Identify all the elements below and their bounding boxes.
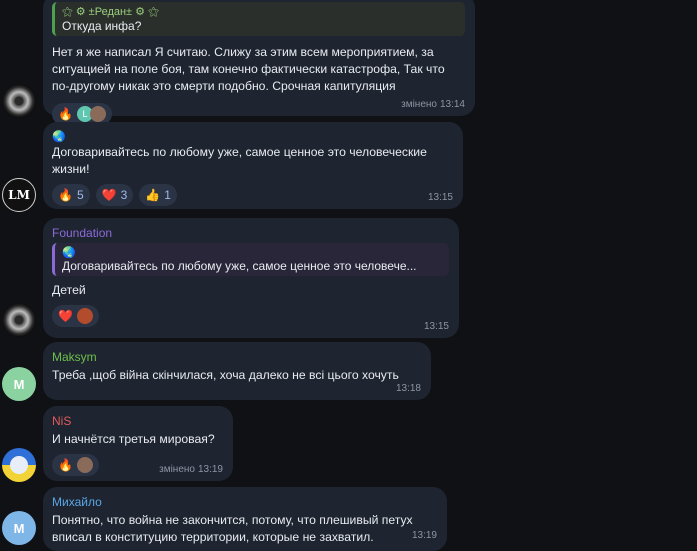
message-text: Понятно, что война не закончится, потому… <box>52 513 413 544</box>
message-time: 13:19 <box>411 530 437 541</box>
message-time: змінено 13:19 <box>159 464 223 475</box>
reactions: 🔥 5 ❤️ 3 👍 1 <box>52 184 453 206</box>
message-time: 13:15 <box>423 321 449 332</box>
edited-label: змінено <box>159 464 195 475</box>
message-text: И начнётся третья мировая? <box>52 432 215 446</box>
message-bubble[interactable]: 🌏 Договаривайтесь по любому уже, самое ц… <box>43 122 463 209</box>
reply-text: Откуда инфа? <box>62 19 142 33</box>
sender-decoration: ⚝ ⚙ <box>62 6 89 18</box>
message-bubble[interactable]: Foundation 🌏 Договаривайтесь по любому у… <box>43 218 459 338</box>
message-text: Детей <box>52 283 86 297</box>
reaction-fire[interactable]: 🔥 5 <box>52 184 90 206</box>
reply-preview[interactable]: 🌏 Договаривайтесь по любому уже, самое ц… <box>52 243 449 276</box>
reaction-count: 1 <box>164 188 171 202</box>
edited-label: змінено <box>401 99 437 110</box>
avatar[interactable] <box>2 84 36 118</box>
avatar[interactable] <box>2 448 36 482</box>
message-time: змінено 13:14 <box>401 99 465 110</box>
message-time: 13:18 <box>395 383 421 394</box>
sender-name[interactable]: Михайло <box>52 495 437 509</box>
fire-icon: 🔥 <box>58 107 73 121</box>
sender-name[interactable]: Foundation <box>52 226 449 240</box>
avatar[interactable]: M <box>2 367 36 401</box>
heart-icon: ❤️ <box>58 309 73 323</box>
message-bubble[interactable]: Maksym Треба ,щоб війна скінчилася, хоча… <box>43 342 431 400</box>
globe-icon: 🌏 <box>52 131 66 143</box>
reaction-count: 3 <box>120 188 128 202</box>
reaction-thumbs-up[interactable]: 👍 1 <box>139 184 177 206</box>
reactor-avatar <box>76 457 93 473</box>
thumbs-up-icon: 👍 <box>145 188 161 202</box>
sender-decoration: ⚙ ⚝ <box>132 6 159 18</box>
reaction-fire[interactable]: 🔥 <box>52 454 99 476</box>
reactor-avatar <box>76 308 93 324</box>
message-text: Договаривайтесь по любому уже, самое цен… <box>52 145 427 176</box>
heart-icon: ❤️ <box>101 188 117 202</box>
message-text: Треба ,щоб війна скінчилася, хоча далеко… <box>52 368 399 382</box>
avatar[interactable] <box>2 303 36 337</box>
message-bubble[interactable]: NiS И начнётся третья мировая? 🔥 змінено… <box>43 406 233 481</box>
reply-sender: ±Редан± <box>88 6 133 18</box>
reaction-heart[interactable]: ❤️ <box>52 305 99 327</box>
sender-name[interactable]: Maksym <box>52 350 421 364</box>
message-text: Нет я же написал Я считаю. Слижу за этим… <box>52 45 445 93</box>
message-bubble[interactable]: ⚝ ⚙ ±Редан± ⚙ ⚝ Откуда инфа? Нет я же на… <box>43 0 475 125</box>
avatar[interactable]: LM <box>2 178 36 212</box>
reply-preview[interactable]: ⚝ ⚙ ±Редан± ⚙ ⚝ Откуда инфа? <box>52 2 465 36</box>
reaction-heart[interactable]: ❤️ 3 <box>95 184 134 206</box>
message-time: 13:15 <box>427 192 453 203</box>
reactor-avatar <box>89 106 106 122</box>
reactions: ❤️ <box>52 305 449 327</box>
sender-name[interactable]: NiS <box>52 414 223 428</box>
message-bubble[interactable]: Михайло Понятно, что война не закончится… <box>43 487 447 551</box>
reply-text: Договаривайтесь по любому уже, самое цен… <box>62 259 417 273</box>
globe-icon: 🌏 <box>62 247 76 259</box>
reaction-count: 5 <box>76 188 84 202</box>
fire-icon: 🔥 <box>58 458 73 472</box>
fire-icon: 🔥 <box>58 188 73 202</box>
